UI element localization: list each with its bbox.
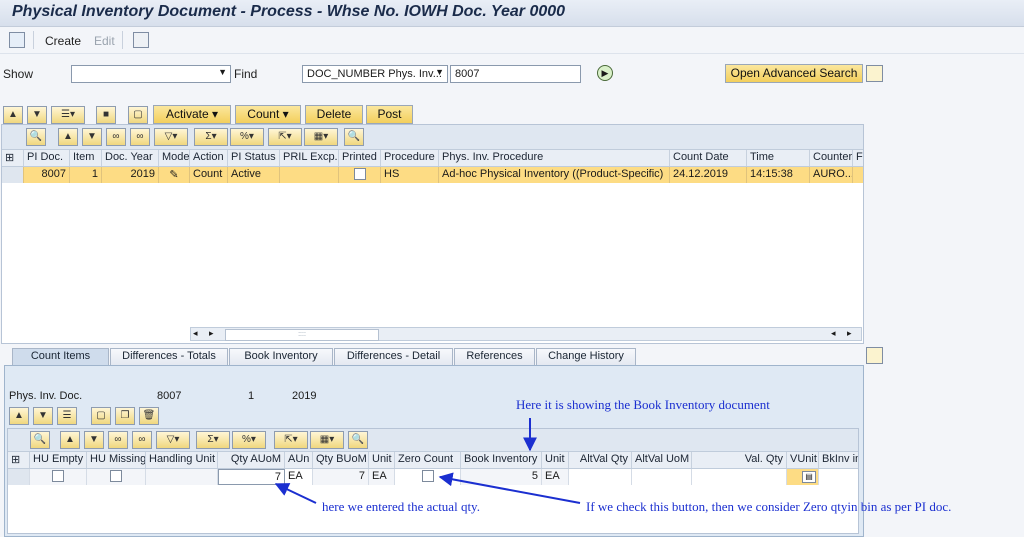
arrow-to-zero-count: [438, 472, 581, 504]
arrow-to-qty-auom: [274, 483, 317, 504]
annotation-arrows: [274, 418, 581, 504]
